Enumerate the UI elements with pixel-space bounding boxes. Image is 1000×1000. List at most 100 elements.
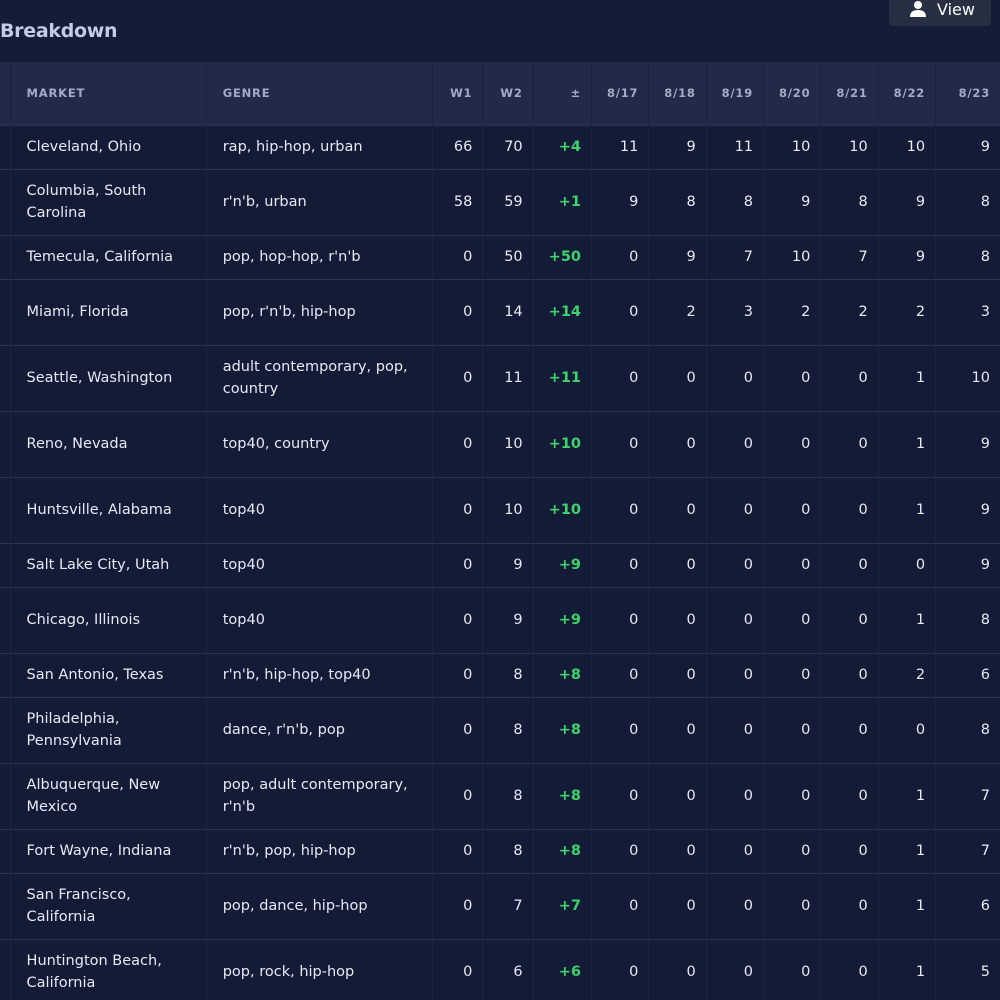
table-header-row: MARKET GENRE W1 W2 ± 8/17 8/18 8/19 8/20… xyxy=(0,62,1000,125)
header-day-0821[interactable]: 8/21 xyxy=(820,62,879,125)
cell-day-0823: 8 xyxy=(980,612,990,628)
header-day-0822[interactable]: 8/22 xyxy=(878,62,937,125)
cell-delta: +50 xyxy=(533,235,593,279)
row-spacer xyxy=(0,279,11,345)
table-row[interactable]: Reno, Nevada top40, country 0 10 +10 0 0 0 0 0 1 9 xyxy=(0,411,1000,477)
table-row[interactable]: Temecula, California pop, hop-hop, r'n'b 0… xyxy=(0,235,1000,279)
cell-day-0818: 0 xyxy=(648,477,707,543)
cell-w2: 10 xyxy=(482,477,534,543)
cell-w1: 0 xyxy=(432,543,484,587)
cell-day-0823: 8 xyxy=(980,722,990,738)
cell-genre: pop, r'n'b, hip-hop xyxy=(206,279,434,345)
table-row[interactable]: San Francisco, California pop, dance, hip… xyxy=(0,873,1000,939)
row-spacer xyxy=(0,235,11,279)
cell-day-0821: 8 xyxy=(820,169,879,235)
header-day-0818[interactable]: 8/18 xyxy=(648,62,707,125)
cell-w2: 9 xyxy=(482,543,534,587)
table-row[interactable]: Cleveland, Ohio rap, hip-hop, urban 66 70 +4… xyxy=(0,125,1000,169)
cell-day-0817: 0 xyxy=(591,697,650,763)
cell-market: Cleveland, Ohio xyxy=(10,125,207,169)
cell-w1: 0 xyxy=(432,587,484,653)
cell-day-0821: 2 xyxy=(820,279,879,345)
cell-day-0819: 0 xyxy=(706,587,765,653)
cell-day-0822: 0 xyxy=(878,697,937,763)
header-market[interactable]: MARKET xyxy=(10,62,207,125)
header-day-0823[interactable]: 8/23 xyxy=(936,62,1000,125)
cell-w1: 66 xyxy=(432,125,484,169)
cell-market: Philadelphia, Pennsylvania xyxy=(10,697,207,763)
table-row[interactable]: Philadelphia, Pennsylvania dance, r'n'b, … xyxy=(0,697,1000,763)
cell-w2: 14 xyxy=(482,279,534,345)
table-row[interactable]: San Antonio, Texas r'n'b, hip-hop, top40 0… xyxy=(0,653,1000,697)
cell-day-0821: 0 xyxy=(820,697,879,763)
table-row[interactable]: Fort Wayne, Indiana r'n'b, pop, hip-hop 0 8… xyxy=(0,829,1000,873)
cell-day-0818: 0 xyxy=(648,763,707,829)
cell-delta: +8 xyxy=(533,653,593,697)
cell-day-0820: 0 xyxy=(763,543,822,587)
cell-day-0820: 0 xyxy=(763,697,822,763)
row-spacer xyxy=(0,345,11,411)
cell-genre: top40 xyxy=(206,543,434,587)
cell-genre: top40 xyxy=(206,477,434,543)
cell-day-0823: 10 xyxy=(971,370,990,386)
cell-genre: dance, r'n'b, pop xyxy=(206,697,434,763)
cell-w1: 58 xyxy=(432,169,484,235)
header-day-0819[interactable]: 8/19 xyxy=(706,62,765,125)
cell-genre: top40, country xyxy=(206,411,434,477)
table-row[interactable]: Salt Lake City, Utah top40 0 9 +9 0 0 0 0 0 0 9 xyxy=(0,543,1000,587)
cell-day-0820: 0 xyxy=(763,829,822,873)
cell-day-0823: 7 xyxy=(980,843,990,859)
cell-day-0823: 7 xyxy=(980,788,990,804)
cell-day-0821: 0 xyxy=(820,477,879,543)
table-row[interactable]: Huntington Beach, California pop, rock, h… xyxy=(0,939,1000,1000)
cell-day-0817: 0 xyxy=(591,587,650,653)
cell-w2: 10 xyxy=(482,411,534,477)
cell-w1: 0 xyxy=(432,653,484,697)
cell-delta: +6 xyxy=(533,939,593,1000)
cell-day-0817: 0 xyxy=(591,873,650,939)
cell-w2: 8 xyxy=(482,829,534,873)
cell-w1: 0 xyxy=(432,763,484,829)
header-w2[interactable]: W2 xyxy=(482,62,534,125)
cell-w2: 7 xyxy=(482,873,534,939)
row-spacer xyxy=(0,587,11,653)
header-genre[interactable]: GENRE xyxy=(206,62,434,125)
cell-day-0822: 1 xyxy=(878,829,937,873)
table-row[interactable]: Seattle, Washington adult contemporary, p… xyxy=(0,345,1000,411)
table-row[interactable]: Columbia, South Carolina r'n'b, urban 58 59… xyxy=(0,169,1000,235)
cell-day-0819: 0 xyxy=(706,543,765,587)
cell-day-0822: 1 xyxy=(878,345,937,411)
header-delta[interactable]: ± xyxy=(533,62,593,125)
breakdown-table-container[interactable]: MARKET GENRE W1 W2 ± 8/17 8/18 8/19 8/20… xyxy=(0,62,1000,1000)
cell-day-0821: 0 xyxy=(820,939,879,1000)
table-row[interactable]: Chicago, Illinois top40 0 9 +9 0 0 0 0 0 1 8 xyxy=(0,587,1000,653)
cell-genre: r'n'b, pop, hip-hop xyxy=(206,829,434,873)
cell-delta: +8 xyxy=(533,763,593,829)
cell-w1: 0 xyxy=(432,939,484,1000)
cell-day-0820: 0 xyxy=(763,873,822,939)
cell-day-0819: 0 xyxy=(706,763,765,829)
cell-day-0823: 6 xyxy=(980,667,990,683)
cell-day-0822: 9 xyxy=(878,169,937,235)
cell-day-0820: 9 xyxy=(763,169,822,235)
header-w1[interactable]: W1 xyxy=(432,62,484,125)
table-row[interactable]: Albuquerque, New Mexico pop, adult contem… xyxy=(0,763,1000,829)
cell-day-0820: 0 xyxy=(763,653,822,697)
header-day-0820[interactable]: 8/20 xyxy=(763,62,822,125)
cell-market: Huntsville, Alabama xyxy=(10,477,207,543)
cell-day-0818: 0 xyxy=(648,653,707,697)
cell-day-0817: 0 xyxy=(591,829,650,873)
cell-day-0820: 0 xyxy=(763,345,822,411)
view-button[interactable]: View xyxy=(889,0,991,26)
table-row[interactable]: Huntsville, Alabama top40 0 10 +10 0 0 0 0 0 1 9 xyxy=(0,477,1000,543)
cell-market: Fort Wayne, Indiana xyxy=(10,829,207,873)
cell-delta: +11 xyxy=(533,345,593,411)
cell-genre: r'n'b, hip-hop, top40 xyxy=(206,653,434,697)
cell-market: Albuquerque, New Mexico xyxy=(10,763,207,829)
cell-w2: 8 xyxy=(482,653,534,697)
cell-day-0822: 0 xyxy=(878,543,937,587)
header-day-0817[interactable]: 8/17 xyxy=(591,62,650,125)
table-row[interactable]: Miami, Florida pop, r'n'b, hip-hop 0 14 +14 0… xyxy=(0,279,1000,345)
user-icon xyxy=(909,0,927,18)
cell-day-0822: 1 xyxy=(878,873,937,939)
